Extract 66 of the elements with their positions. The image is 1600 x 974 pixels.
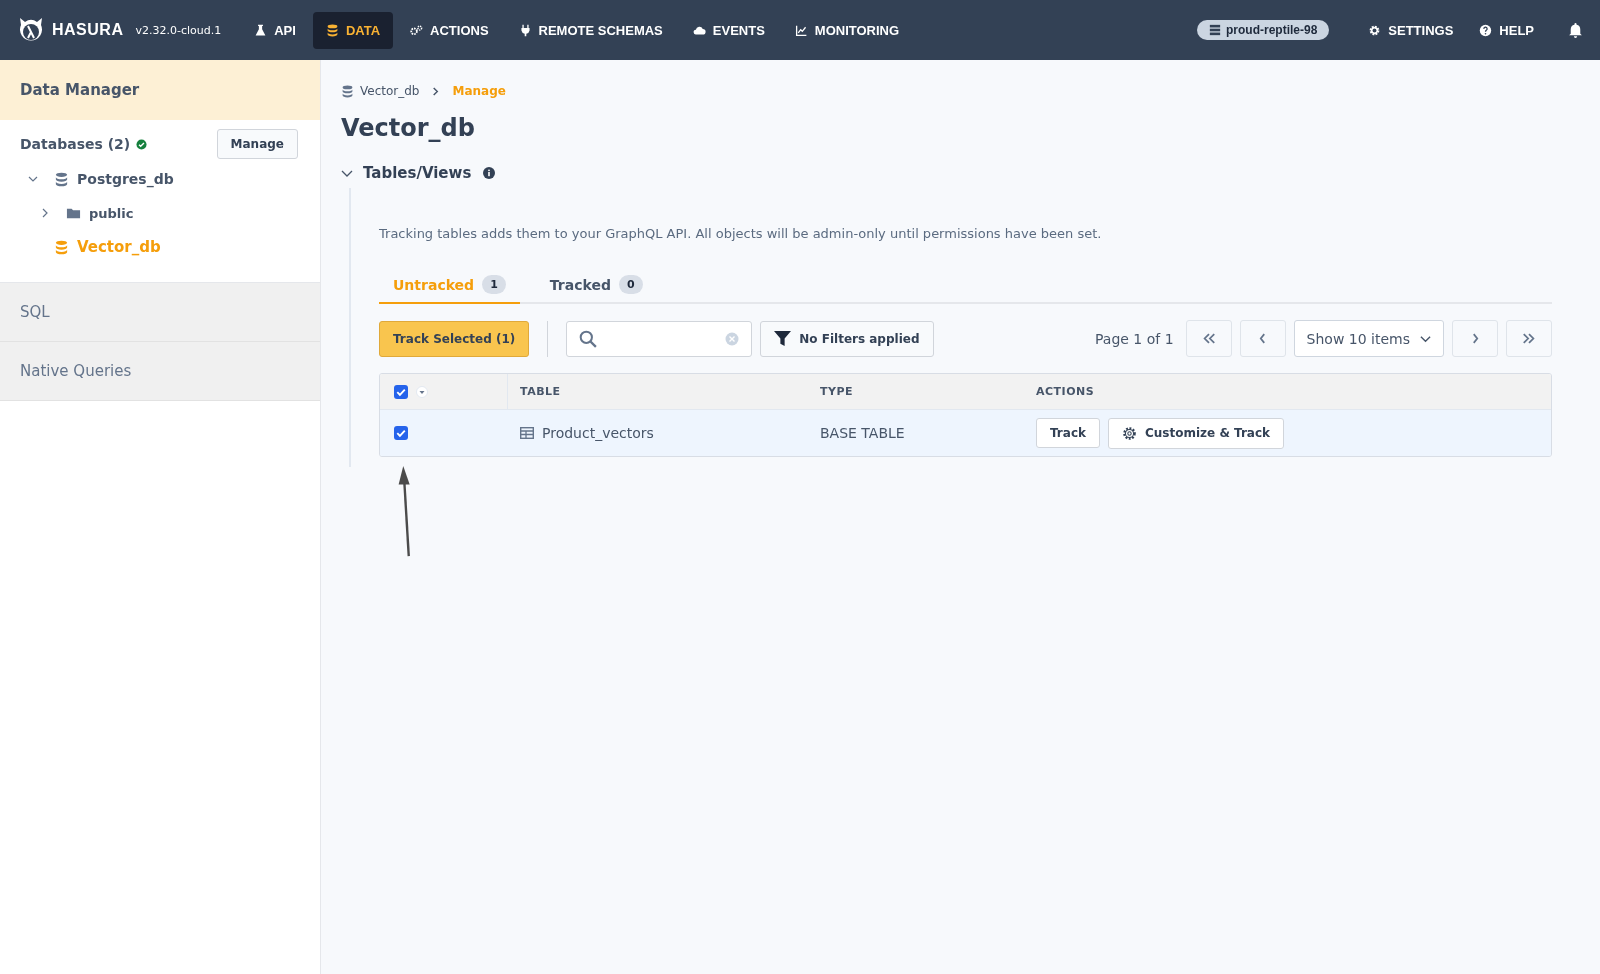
nav-link[interactable]: HELP (1466, 11, 1547, 49)
table-type: BASE TABLE (820, 425, 906, 441)
filter-button[interactable]: No Filters applied (760, 320, 934, 357)
count-badge: 0 (618, 275, 643, 294)
help-icon (1479, 23, 1493, 37)
nav-tab[interactable]: DATA (312, 11, 394, 49)
project-pill[interactable]: proud-reptile-98 (1196, 20, 1330, 40)
database-icon (325, 23, 339, 37)
customize-track-button[interactable]: Customize & Track (1108, 417, 1284, 449)
gear-icon (1122, 425, 1137, 441)
version-label: v2.32.0-cloud.1 (135, 23, 222, 37)
nav-tab[interactable]: MONITORING (781, 11, 913, 49)
tab[interactable]: Untracked 1 (379, 269, 520, 304)
gears-icon (410, 23, 424, 37)
database-icon (54, 171, 69, 187)
sidebar-section[interactable]: SQL (0, 283, 320, 342)
flask-icon (254, 23, 268, 37)
search-field[interactable] (566, 320, 753, 357)
funnel-icon (774, 330, 792, 347)
chevron-right-icon[interactable] (40, 208, 50, 218)
info-icon[interactable] (483, 167, 496, 179)
bell-icon[interactable] (1567, 21, 1584, 39)
checkbox[interactable] (394, 426, 408, 440)
table-icon (520, 427, 534, 439)
description-text: Tracking tables adds them to your GraphQL API. All objects will be admin-only until permissions have been set. (379, 226, 1103, 241)
tab[interactable]: Tracked 0 (535, 269, 657, 304)
database-icon (54, 239, 69, 255)
section-title[interactable]: Tables/Views (363, 164, 472, 182)
track-selected-button[interactable]: Track Selected (1) (379, 320, 530, 357)
chevron-right-icon (431, 86, 441, 96)
breadcrumb-link[interactable]: Vector_db (360, 84, 420, 98)
nav-tab[interactable]: REMOTE SCHEMAS (505, 11, 676, 49)
page-size-select[interactable]: Show 10 items (1293, 320, 1444, 357)
logo-text: HASURA (52, 21, 124, 39)
double-chevron-left-icon (1201, 333, 1216, 344)
nav-tab[interactable]: ACTIONS (397, 11, 502, 49)
chart-icon (794, 23, 808, 37)
track-button[interactable]: Track (1036, 418, 1100, 448)
nav-tab[interactable]: API (241, 11, 309, 49)
page-info: Page 1 of 1 (1095, 330, 1174, 347)
sidebar-title: Data Manager (0, 60, 320, 120)
chevron-right-icon (1471, 333, 1479, 344)
chevron-left-icon (1259, 333, 1267, 344)
settings-icon (1368, 23, 1382, 37)
databases-label: Databases (2) (20, 136, 131, 152)
page-title: Vector_db (341, 114, 476, 142)
server-icon (1208, 24, 1221, 36)
plug-icon (518, 23, 532, 37)
tree-item[interactable]: Postgres_db (77, 171, 174, 187)
column-header: ACTIONS (1036, 385, 1096, 398)
tree-item[interactable]: public (89, 205, 134, 221)
sidebar-section[interactable]: Native Queries (0, 342, 320, 401)
database-icon (341, 84, 354, 98)
chevron-down-icon (1420, 334, 1431, 343)
column-header: TYPE (820, 385, 855, 398)
nav-link[interactable]: SETTINGS (1355, 11, 1467, 49)
nav-tab[interactable]: EVENTS (679, 11, 778, 49)
dropdown-icon[interactable] (416, 385, 428, 398)
checkbox[interactable] (394, 384, 408, 399)
manage-button[interactable]: Manage (216, 129, 298, 159)
search-icon (579, 329, 598, 348)
count-badge: 1 (482, 275, 506, 294)
column-header: TABLE (519, 385, 562, 398)
table-name: Product_vectors (542, 425, 654, 441)
double-chevron-right-icon (1522, 333, 1536, 344)
chevron-down-icon[interactable] (28, 174, 38, 184)
